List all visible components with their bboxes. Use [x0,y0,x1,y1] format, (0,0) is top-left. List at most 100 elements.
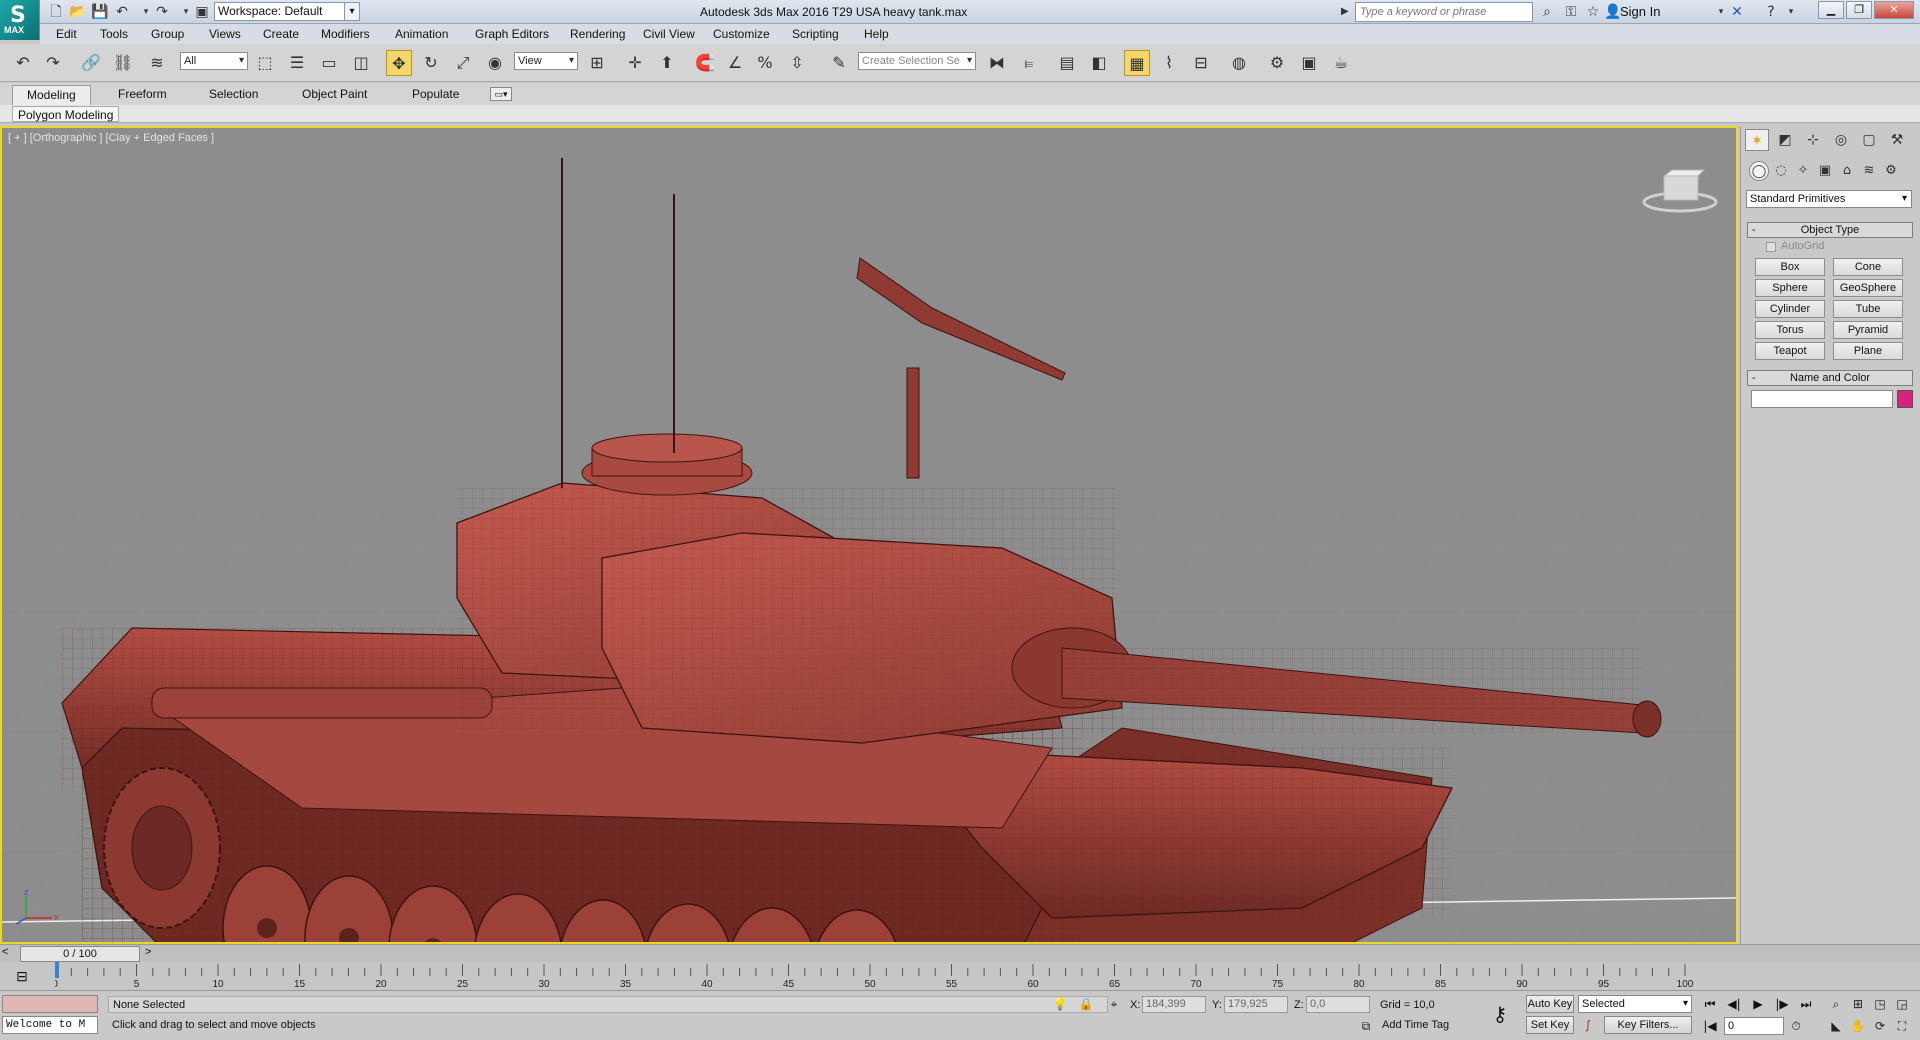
help-search-input[interactable]: Type a keyword or phrase [1355,2,1533,22]
perspective-viewport[interactable]: [ + ] [Orthographic ] [Clay + Edged Face… [0,126,1738,944]
zoom-extents-icon[interactable]: ◳ [1870,995,1890,1013]
help-dropdown-icon[interactable]: ▾ [1780,2,1802,22]
material-editor-icon[interactable]: ◍ [1226,50,1252,76]
zoom-icon[interactable]: ⌕ [1826,995,1846,1013]
object-color-swatch[interactable] [1897,390,1913,408]
undo-tool-icon[interactable]: ↶ [10,50,36,76]
workspace-menu-arrow[interactable]: ▾ [344,2,360,21]
cone-button[interactable]: Cone [1833,258,1903,276]
maximize-button[interactable]: ❐ [1846,1,1872,19]
time-tag-icon[interactable]: ⧉ [1356,1017,1376,1035]
track-bar[interactable]: ⊟ 0 5 10 15 20 25 30 35 40 45 50 55 60 65 70 75 80 85 90 95… [0,962,1920,990]
spinner-snap-icon[interactable]: ⇳ [784,50,810,76]
curve-editor-icon[interactable]: ⌇ [1156,50,1182,76]
tab-modeling[interactable]: Modeling [12,85,91,105]
edit-named-selection-icon[interactable]: ✎ [826,50,852,76]
ribbon-options-icon[interactable]: ▭▾ [490,87,512,101]
orbit-icon[interactable]: ⟳ [1870,1017,1890,1035]
key-mode-toggle-icon[interactable]: |◀ [1700,1017,1720,1035]
mirror-icon[interactable]: ⧓ [984,50,1010,76]
close-window-button[interactable]: ✕ [1874,1,1914,19]
cylinder-button[interactable]: Cylinder [1755,300,1825,318]
pyramid-button[interactable]: Pyramid [1833,321,1903,339]
create-tab-icon[interactable]: ✶ [1745,129,1769,151]
menu-civil-view[interactable]: Civil View [643,26,695,42]
redo-icon[interactable]: ↷ [152,2,172,22]
select-manipulate-icon[interactable]: ✛ [622,50,648,76]
reference-coordinate-select[interactable]: View [514,52,578,70]
motion-tab-icon[interactable]: ◎ [1829,129,1853,151]
lights-icon[interactable]: ✧ [1793,161,1813,181]
torus-button[interactable]: Torus [1755,321,1825,339]
time-slider-thumb[interactable]: 0 / 100 [20,946,140,962]
keyboard-shortcut-override-icon[interactable]: ⬆ [654,50,680,76]
utilities-tab-icon[interactable]: ⚒ [1885,129,1909,151]
application-menu-button[interactable]: S MAX [0,0,40,40]
tab-selection[interactable]: Selection [195,85,272,105]
named-selection-set-select[interactable]: Create Selection Se [858,52,976,70]
modify-tab-icon[interactable]: ◩ [1773,129,1797,151]
default-tangents-icon[interactable]: ∫ [1578,1016,1598,1034]
menu-animation[interactable]: Animation [395,26,448,42]
primitive-category-select[interactable]: Standard Primitives [1746,190,1912,208]
help-icon[interactable]: ? [1760,2,1782,22]
viewport-label-menu[interactable]: [ + ] [Orthographic ] [Clay + Edged Face… [8,132,214,144]
tab-populate[interactable]: Populate [398,85,473,105]
set-keys-key-icon[interactable]: ⚷ [1485,996,1515,1032]
cameras-icon[interactable]: ▣ [1815,161,1835,181]
auto-key-button[interactable]: Auto Key [1526,995,1574,1013]
go-to-end-icon[interactable]: ⏭ [1796,995,1816,1013]
next-frame-icon[interactable]: |▶ [1772,995,1792,1013]
render-production-icon[interactable]: ☕ [1328,50,1354,76]
select-and-rotate-icon[interactable]: ↻ [418,50,444,76]
menu-group[interactable]: Group [151,26,184,42]
plane-button[interactable]: Plane [1833,342,1903,360]
time-configuration-icon[interactable]: ⏱ [1786,1017,1806,1035]
project-folder-icon[interactable]: ▣ [192,2,212,22]
redo-tool-icon[interactable]: ↷ [40,50,66,76]
object-name-input[interactable] [1751,390,1893,408]
systems-icon[interactable]: ⚙ [1881,161,1901,181]
selection-filter-select[interactable]: All [180,52,248,70]
unlink-selection-icon[interactable]: ⛓ [110,50,136,76]
maxscript-listener-mini[interactable] [2,995,98,1013]
z-coordinate-field[interactable]: 0,0 [1306,996,1370,1013]
subscription-center-icon[interactable]: ⚿ [1560,2,1582,22]
play-icon[interactable]: ▶ [1748,995,1768,1013]
menu-help[interactable]: Help [864,26,889,42]
select-by-name-icon[interactable]: ☰ [284,50,310,76]
shapes-icon[interactable]: ◌ [1771,161,1791,181]
time-slider-prev[interactable]: < [2,946,8,958]
open-file-icon[interactable]: 📂 [68,2,88,22]
select-and-place-icon[interactable]: ◉ [482,50,508,76]
add-time-tag[interactable]: Add Time Tag [1382,1019,1449,1031]
selection-lock-icon[interactable]: 🔒 [1076,995,1096,1013]
sphere-button[interactable]: Sphere [1755,279,1825,297]
time-slider-next[interactable]: > [145,946,151,958]
search-expand-icon[interactable]: ▶ [1341,2,1353,22]
current-frame-field[interactable]: 0 [1724,1017,1784,1035]
tube-button[interactable]: Tube [1833,300,1903,318]
maximize-viewport-icon[interactable]: ⛶ [1892,1017,1912,1035]
percent-snap-icon[interactable]: % [752,50,778,76]
absolute-mode-icon[interactable]: ⌖ [1104,995,1124,1013]
menu-customize[interactable]: Customize [713,26,770,42]
menu-graph-editors[interactable]: Graph Editors [475,26,549,42]
menu-views[interactable]: Views [209,26,241,42]
rectangular-selection-icon[interactable]: ▭ [316,50,342,76]
mini-curve-editor-icon[interactable]: ⊟ [12,968,32,986]
select-and-scale-icon[interactable]: ⤢ [450,50,476,76]
set-key-button[interactable]: Set Key [1526,1016,1574,1034]
save-file-icon[interactable]: 💾 [90,2,110,22]
autogrid-checkbox[interactable] [1766,242,1776,252]
helpers-icon[interactable]: ⌂ [1837,161,1857,181]
zoom-extents-all-icon[interactable]: ◲ [1892,995,1912,1013]
box-button[interactable]: Box [1755,258,1825,276]
favorites-star-icon[interactable]: ☆ [1582,2,1604,22]
angle-snap-icon[interactable]: ∠ [722,50,748,76]
display-tab-icon[interactable]: ▢ [1857,129,1881,151]
menu-edit[interactable]: Edit [56,26,77,42]
toggle-ribbon-icon[interactable]: ▦ [1124,50,1150,76]
object-type-rollout[interactable]: - Object Type [1747,222,1913,238]
menu-scripting[interactable]: Scripting [792,26,839,42]
